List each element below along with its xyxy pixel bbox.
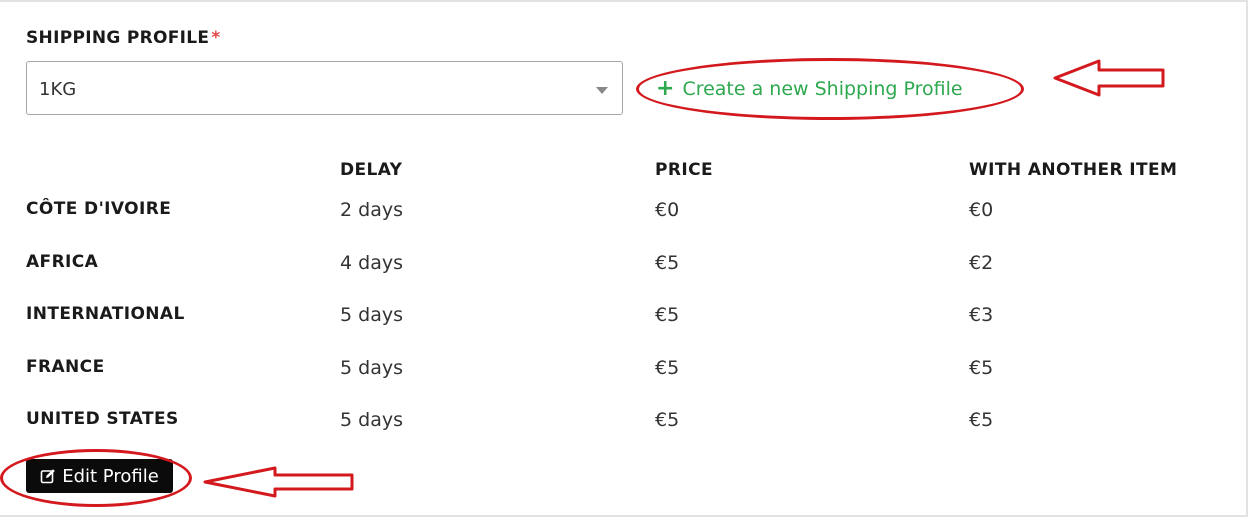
plus-icon: + (656, 76, 675, 101)
create-link-label: Create a new Shipping Profile (682, 78, 963, 100)
selected-profile-value: 1KG (39, 79, 77, 100)
edit-icon (40, 469, 56, 484)
shipping-profile-label: SHIPPING PROFILE * (26, 28, 221, 48)
header-price: PRICE (655, 160, 713, 180)
row-another-price: €5 (969, 357, 994, 379)
header-with-another-item: WITH ANOTHER ITEM (969, 160, 1178, 180)
row-delay: 5 days (340, 409, 403, 431)
row-delay: 4 days (340, 252, 403, 274)
edit-profile-button[interactable]: Edit Profile (26, 459, 173, 493)
row-another-price: €5 (969, 409, 994, 431)
row-price: €5 (655, 304, 680, 326)
shipping-profile-select[interactable]: 1KG (26, 61, 623, 115)
row-delay: 5 days (340, 304, 403, 326)
row-delay: 5 days (340, 357, 403, 379)
row-another-price: €3 (969, 304, 994, 326)
required-mark: * (211, 28, 221, 48)
shipping-profile-label-text: SHIPPING PROFILE (26, 28, 210, 48)
row-region: FRANCE (26, 357, 105, 377)
row-region: INTERNATIONAL (26, 304, 185, 324)
row-price: €5 (655, 357, 680, 379)
row-region: UNITED STATES (26, 409, 179, 429)
row-delay: 2 days (340, 199, 403, 221)
row-another-price: €2 (969, 252, 994, 274)
row-region: AFRICA (26, 252, 99, 272)
header-delay: DELAY (340, 160, 403, 180)
row-price: €0 (655, 199, 680, 221)
row-price: €5 (655, 252, 680, 274)
create-shipping-profile-link[interactable]: + Create a new Shipping Profile (656, 76, 963, 101)
row-another-price: €0 (969, 199, 994, 221)
edit-profile-label: Edit Profile (62, 465, 159, 487)
chevron-down-icon (596, 87, 608, 94)
row-region: CÔTE D'IVOIRE (26, 199, 172, 219)
row-price: €5 (655, 409, 680, 431)
